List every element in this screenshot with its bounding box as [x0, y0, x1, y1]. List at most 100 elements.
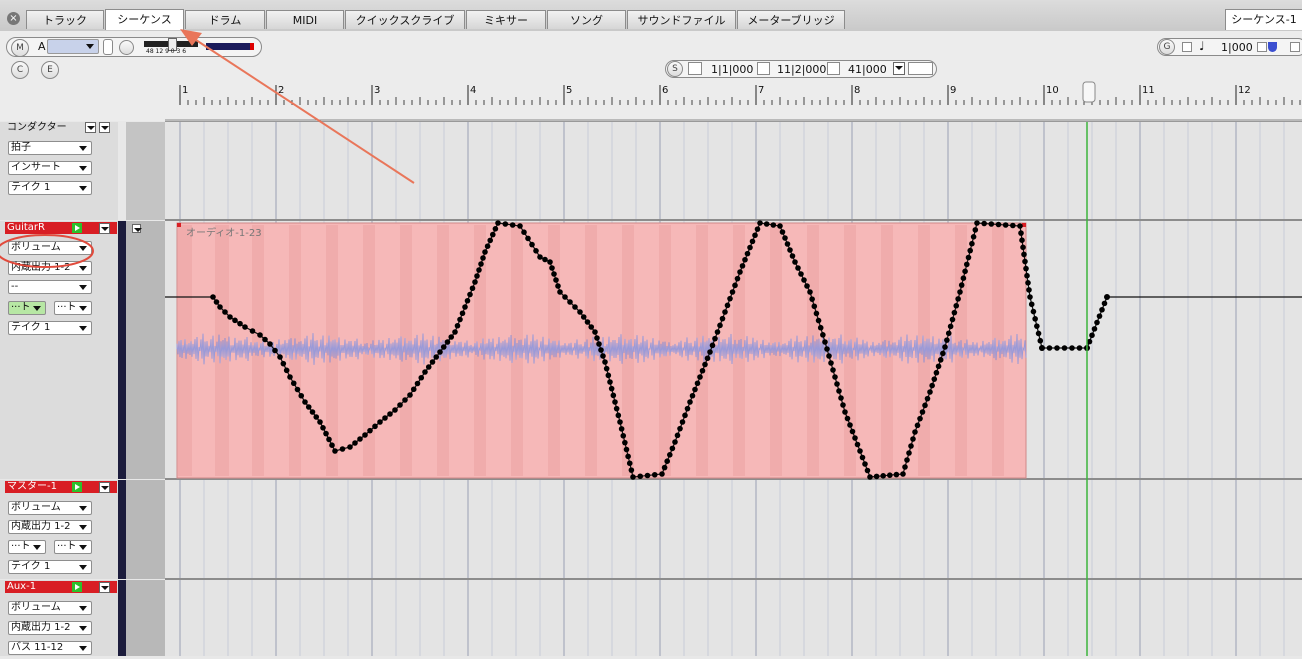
ruler-bar-label: 3 [374, 85, 380, 96]
ruler-bar-label: 12 [1238, 85, 1251, 96]
a-selector[interactable] [47, 39, 99, 54]
time-ruler[interactable]: 1 2 3 4 5 6 7 8 9 10 11 12 [165, 81, 1302, 122]
guitar-select-output[interactable]: 内蔵出力 1-2 [8, 261, 92, 275]
guitar-select-take[interactable]: テイク 1 [8, 321, 92, 335]
automation-point [707, 349, 713, 355]
automation-point [525, 235, 531, 242]
locator-mid[interactable]: 11|2|000 [777, 63, 826, 76]
s-button[interactable]: S [667, 61, 683, 77]
guitar-select-volume[interactable]: ボリューム [8, 241, 92, 255]
automation-point [677, 425, 683, 432]
automation-point [294, 386, 301, 393]
conductor-record-button[interactable] [85, 122, 96, 133]
region-name[interactable]: オーディオ-1-23 [186, 224, 262, 239]
aux-color-strip [118, 580, 126, 656]
a-stepper[interactable] [103, 39, 113, 55]
guitar-small-select-a[interactable]: ···ト [8, 301, 46, 315]
extra-checkbox[interactable] [1290, 42, 1300, 52]
cursor-tool-icon[interactable] [908, 62, 933, 75]
tab-tracks[interactable]: トラック [26, 10, 104, 29]
aux-select-volume[interactable]: ボリューム [8, 601, 92, 615]
tab-sequence[interactable]: シーケンス [105, 9, 184, 30]
m-button[interactable]: M [11, 39, 29, 57]
automation-point [904, 457, 910, 463]
master-menu[interactable] [99, 482, 110, 493]
snap-checkbox[interactable] [1257, 42, 1267, 52]
conductor-title[interactable]: コンダクター [5, 122, 85, 134]
tab-meterbridge[interactable]: メーターブリッジ [737, 10, 845, 29]
automation-point [217, 304, 223, 310]
conductor-select-insert[interactable]: インサート [8, 161, 92, 175]
guitar-select-param[interactable]: -- [8, 280, 92, 294]
aux-select-bus[interactable]: バス 11-12 [8, 641, 92, 655]
automation-point [320, 425, 326, 431]
locator-dropdown[interactable] [893, 62, 905, 75]
automation-point [951, 309, 958, 316]
automation-point [712, 335, 718, 342]
locator-start[interactable]: 1|1|000 [711, 63, 753, 76]
master-small-select-a[interactable]: ···ト [8, 540, 46, 554]
e-button[interactable]: E [41, 61, 59, 79]
automation-point [834, 381, 840, 387]
master-lane-gutter [126, 480, 165, 579]
close-window-icon[interactable]: × [7, 12, 20, 25]
automation-point [298, 392, 305, 399]
aux-select-output[interactable]: 内蔵出力 1-2 [8, 621, 92, 635]
g-button[interactable]: G [1159, 39, 1175, 55]
automation-point [608, 385, 615, 392]
rewind-icon[interactable] [757, 62, 770, 75]
tab-quickscribe[interactable]: クイックスクライブ [345, 10, 465, 29]
automation-point [487, 237, 494, 244]
automation-point [1099, 306, 1105, 313]
tab-midi[interactable]: MIDI [266, 10, 344, 29]
grid-counter[interactable]: 1|000 [1221, 41, 1253, 54]
grid-checkbox[interactable] [1182, 42, 1192, 52]
automation-point [784, 241, 791, 247]
return-icon[interactable] [688, 62, 702, 75]
guitar-play-icon[interactable] [72, 223, 82, 233]
tab-song[interactable]: ソング [547, 10, 626, 29]
guitar-small-select-b[interactable]: ···ト [54, 301, 92, 315]
tab-mixer[interactable]: ミキサー [466, 10, 546, 29]
tab-drums[interactable]: ドラム [185, 10, 265, 29]
automation-point [832, 374, 838, 380]
conductor-menu[interactable] [99, 122, 110, 133]
forward-icon[interactable] [827, 62, 840, 75]
knob-icon[interactable] [119, 40, 134, 55]
automation-point [801, 277, 807, 283]
c-button[interactable]: C [11, 61, 29, 79]
guitar-menu[interactable] [99, 223, 110, 234]
aux-play-icon[interactable] [72, 582, 82, 592]
master-small-select-b[interactable]: ···ト [54, 540, 92, 554]
master-select-take[interactable]: テイク 1 [8, 560, 92, 574]
conductor-select-take[interactable]: テイク 1 [8, 181, 92, 195]
automation-point [484, 243, 491, 249]
automation-point [625, 453, 631, 460]
tab-soundfiles[interactable]: サウンドファイル [627, 10, 736, 29]
sequence-edit-area[interactable] [165, 122, 1302, 656]
automation-point [555, 283, 561, 289]
window-title-tab[interactable]: シーケンス-1 [1225, 9, 1302, 30]
automation-point [502, 221, 509, 227]
master-select-volume[interactable]: ボリューム [8, 501, 92, 515]
automation-point [302, 399, 308, 405]
automation-point [598, 347, 604, 353]
automation-point [290, 380, 297, 387]
automation-point [824, 346, 830, 352]
locator-end[interactable]: 41|000 [848, 63, 887, 76]
automation-point [704, 355, 711, 362]
aux-menu[interactable] [99, 582, 110, 593]
master-select-output[interactable]: 内蔵出力 1-2 [8, 520, 92, 534]
note-icon: ♩ [1199, 39, 1205, 53]
automation-point [914, 422, 921, 429]
zoom-icon[interactable] [132, 224, 142, 233]
master-play-icon[interactable] [72, 482, 82, 492]
automation-point [777, 223, 783, 229]
automation-point [795, 265, 801, 271]
automation-point [826, 353, 832, 359]
conductor-track-header: コンダクター 拍子 インサート テイク 1 [0, 122, 118, 220]
automation-point [549, 265, 555, 271]
conductor-select-meter[interactable]: 拍子 [8, 141, 92, 155]
automation-point [682, 412, 688, 419]
automation-point [995, 221, 1002, 228]
